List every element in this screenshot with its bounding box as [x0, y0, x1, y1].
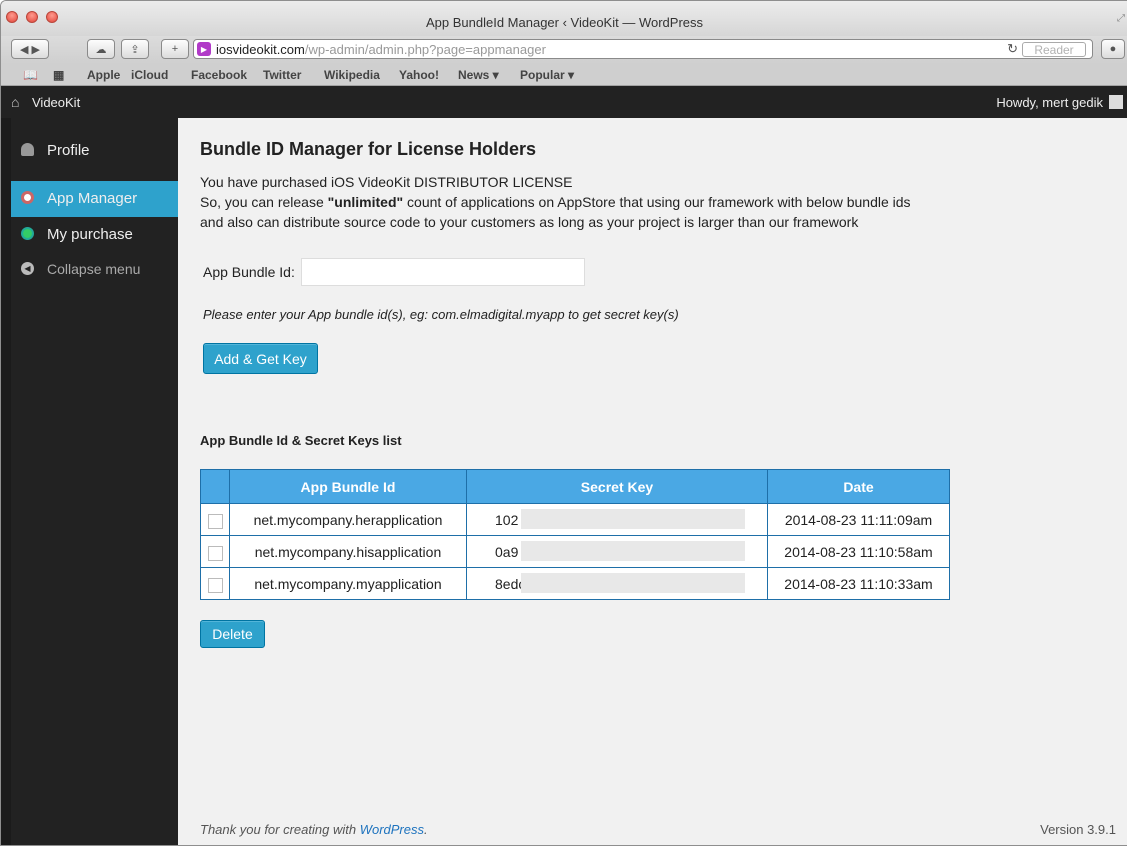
row-checkbox-cell [200, 535, 230, 568]
bookmark-item[interactable]: iCloud [131, 68, 168, 82]
browser-window: App BundleId Manager ‹ VideoKit — WordPr… [0, 0, 1127, 846]
row-checkbox[interactable] [207, 577, 223, 593]
secret-key-cell: 8edc [466, 567, 768, 600]
footer-suffix: . [424, 822, 428, 837]
intro-line-3: and also can distribute source code to y… [200, 214, 859, 230]
delete-button[interactable]: Delete [200, 620, 265, 648]
admin-sidebar: Profile App Manager My purchase ◀ Collap… [11, 118, 178, 845]
back-forward-buttons[interactable]: ◀ ▶ [11, 39, 49, 59]
intro-line-1: You have purchased iOS VideoKit DISTRIBU… [200, 174, 573, 190]
date-cell: 2014-08-23 11:10:33am [767, 567, 950, 600]
title-bar: App BundleId Manager ‹ VideoKit — WordPr… [1, 1, 1127, 36]
secret-key-redacted [521, 573, 745, 593]
bookmark-item[interactable]: Twitter [263, 68, 301, 82]
bookmarks-bar: 📖 ▦ Apple iCloud Facebook Twitter Wikipe… [1, 64, 1127, 86]
bookmark-item[interactable]: Apple [87, 68, 120, 82]
secret-key-cell: 0a9 [466, 535, 768, 568]
bundle-id-cell: net.mycompany.herapplication [229, 503, 467, 536]
url-path: /wp-admin/admin.php?page=appmanager [304, 41, 546, 57]
sidebar-item-app-manager[interactable]: App Manager [11, 181, 178, 217]
secret-key-cell: 102 [466, 503, 768, 536]
bundle-id-cell: net.mycompany.myapplication [229, 567, 467, 600]
column-header: App Bundle Id [229, 469, 467, 504]
column-header: Date [767, 469, 950, 504]
intro-line-2: So, you can release "unlimited" count of… [200, 194, 911, 210]
browser-toolbar: ◀ ▶ ☁ ⇪ + ▶ iosvideokit.com /wp-admin/ad… [1, 36, 1127, 64]
sidebar-item-my-purchase[interactable]: My purchase [11, 217, 178, 253]
reading-list-icon[interactable]: 📖 [23, 68, 38, 82]
sidebar-item-label: App Manager [47, 190, 138, 207]
wordpress-link[interactable]: WordPress [360, 822, 424, 837]
keys-list-title: App Bundle Id & Secret Keys list [200, 433, 402, 448]
window-title: App BundleId Manager ‹ VideoKit — WordPr… [426, 15, 703, 30]
sidebar-item-profile[interactable]: Profile [11, 133, 178, 169]
sidebar-item-label: My purchase [47, 226, 133, 243]
add-get-key-button[interactable]: Add & Get Key [203, 343, 318, 374]
secret-key-prefix: 102 [495, 511, 519, 528]
sidebar-item-label: Collapse menu [47, 261, 141, 277]
window-edge [1, 118, 11, 845]
row-checkbox-cell [200, 503, 230, 536]
intro-emphasis: "unlimited" [327, 194, 404, 210]
bookmark-item[interactable]: Yahoo! [399, 68, 439, 82]
purchase-icon [21, 227, 34, 240]
date-cell: 2014-08-23 11:11:09am [767, 503, 950, 536]
sidebar-item-label: Profile [47, 142, 90, 159]
version-label: Version 3.9.1 [1040, 822, 1116, 837]
table-row: net.mycompany.myapplication 8edc 2014-08… [200, 567, 950, 600]
row-checkbox[interactable] [207, 545, 223, 561]
user-icon [21, 143, 34, 156]
bundle-id-input[interactable] [301, 258, 585, 286]
url-host: iosvideokit.com [216, 41, 305, 57]
collapse-icon: ◀ [21, 262, 34, 275]
share-icon[interactable]: ⇪ [121, 39, 149, 59]
keys-table: App Bundle Id Secret Key Date net.mycomp… [200, 469, 950, 600]
intro-text: So, you can release [200, 194, 328, 210]
bundle-id-cell: net.mycompany.hisapplication [229, 535, 467, 568]
top-sites-icon[interactable]: ▦ [53, 68, 64, 82]
secret-key-redacted [521, 541, 745, 561]
secret-key-redacted [521, 509, 745, 529]
new-tab-button[interactable]: + [161, 39, 189, 59]
footer-text: Thank you for creating with WordPress. [200, 822, 428, 837]
bundle-id-hint: Please enter your App bundle id(s), eg: … [203, 307, 679, 322]
date-cell: 2014-08-23 11:10:58am [767, 535, 950, 568]
home-icon[interactable]: ⌂ [11, 94, 19, 110]
bookmark-item[interactable]: News ▾ [458, 68, 499, 82]
intro-text: count of applications on AppStore that u… [403, 194, 911, 210]
bookmark-item[interactable]: Popular ▾ [520, 68, 574, 82]
bookmark-item[interactable]: Wikipedia [324, 68, 380, 82]
howdy-user-link[interactable]: Howdy, mert gedik [996, 95, 1103, 110]
bundle-id-label: App Bundle Id: [203, 264, 295, 280]
footer-prefix: Thank you for creating with [200, 822, 360, 837]
reader-button[interactable]: Reader [1022, 42, 1086, 57]
avatar[interactable] [1109, 95, 1123, 109]
fullscreen-icon[interactable]: ⤢ [1117, 13, 1125, 24]
row-checkbox-cell [200, 567, 230, 600]
app-icon [21, 191, 34, 204]
table-header-row: App Bundle Id Secret Key Date [200, 469, 950, 504]
row-checkbox[interactable] [207, 513, 223, 529]
address-bar[interactable]: ▶ iosvideokit.com /wp-admin/admin.php?pa… [193, 39, 1093, 59]
site-name-link[interactable]: VideoKit [32, 95, 80, 110]
table-row: net.mycompany.herapplication 102 2014-08… [200, 503, 950, 536]
wp-admin-bar: ⌂ VideoKit Howdy, mert gedik [1, 86, 1127, 118]
reload-icon[interactable]: ↻ [1007, 41, 1018, 57]
site-favicon-icon: ▶ [197, 42, 211, 56]
page-title: Bundle ID Manager for License Holders [200, 139, 537, 159]
table-row: net.mycompany.hisapplication 0a9 2014-08… [200, 535, 950, 568]
bookmark-item[interactable]: Facebook [191, 68, 247, 82]
select-column-header [200, 469, 230, 504]
main-content: Bundle ID Manager for License Holders Yo… [178, 118, 1127, 845]
icloud-tabs-icon[interactable]: ☁ [87, 39, 115, 59]
column-header: Secret Key [466, 469, 768, 504]
sidebar-item-collapse-menu[interactable]: ◀ Collapse menu [11, 252, 178, 288]
secret-key-prefix: 0a9 [495, 543, 519, 560]
downloads-icon[interactable]: ● [1101, 39, 1125, 59]
